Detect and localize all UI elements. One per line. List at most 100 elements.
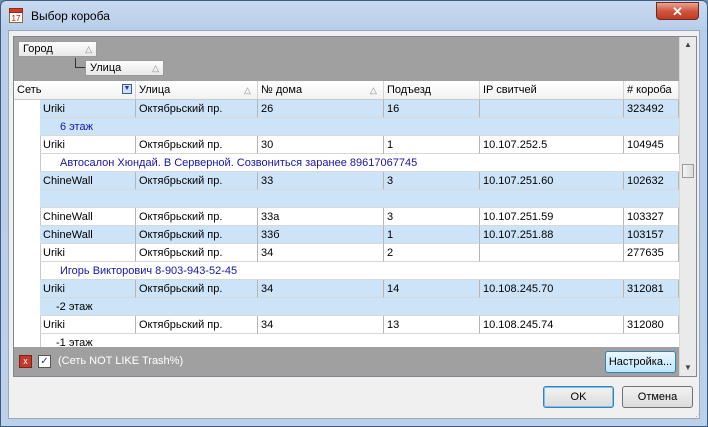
table-row[interactable]: Uriki Октябрьский пр. 34 14 10.108.245.70 312… [40, 280, 679, 298]
cell-entrance[interactable]: 16 [384, 100, 480, 118]
cell-switch-ip[interactable]: 10.107.251.59 [480, 208, 624, 226]
cell-entrance[interactable]: 2 [384, 244, 480, 262]
cancel-button[interactable]: Отмена [622, 386, 693, 408]
cell-entrance[interactable]: 14 [384, 280, 480, 298]
cell-house-number[interactable]: 34 [258, 244, 384, 262]
cell-house-number[interactable]: 30 [258, 136, 384, 154]
cell-street[interactable]: Октябрьский пр. [136, 172, 258, 190]
filter-expression[interactable]: (Сеть NOT LIKE Trash%) [58, 355, 183, 368]
table-row[interactable]: Uriki Октябрьский пр. 26 16 323492 [40, 100, 679, 118]
filter-bar: x ✓ (Сеть NOT LIKE Trash%) Настройка... [14, 347, 679, 376]
cell-box-number[interactable]: 312080 [624, 316, 679, 334]
scroll-up-icon[interactable]: ▲ [680, 37, 696, 53]
cell-street[interactable]: Октябрьский пр. [136, 208, 258, 226]
cell-box-number[interactable]: 103157 [624, 226, 679, 244]
cell-switch-ip[interactable]: 10.107.251.88 [480, 226, 624, 244]
cell-box-number[interactable]: 102632 [624, 172, 679, 190]
cell-street[interactable]: Октябрьский пр. [136, 280, 258, 298]
cell-network[interactable]: ChineWall [40, 208, 136, 226]
sort-asc-icon: △ [370, 85, 377, 95]
cell-house-number[interactable]: 34 [258, 316, 384, 334]
column-header-label: Улица [139, 84, 171, 96]
dialog-client-area: Город △ Улица △ Сеть ▼ Улица △ № дома △ … [8, 30, 701, 421]
cell-box-number[interactable]: 104945 [624, 136, 679, 154]
row-comment[interactable]: -2 этаж [40, 298, 679, 316]
cell-network[interactable]: Uriki [40, 100, 136, 118]
cell-box-number[interactable]: 103327 [624, 208, 679, 226]
row-comment[interactable]: Игорь Викторович 8-903-943-52-45 [40, 262, 679, 280]
cell-switch-ip[interactable] [480, 244, 624, 262]
dialog-window: 17 Выбор короба ✕ Город △ Улица △ Сеть ▼ [0, 0, 708, 427]
cell-street[interactable]: Октябрьский пр. [136, 316, 258, 334]
row-comment[interactable]: 6 этаж [40, 118, 679, 136]
cell-house-number[interactable]: 34 [258, 280, 384, 298]
table-row[interactable]: ChineWall Октябрьский пр. 33 3 10.107.251.60… [40, 172, 679, 190]
group-chip-street[interactable]: Улица △ [85, 60, 164, 76]
cell-network[interactable]: ChineWall [40, 172, 136, 190]
table-row[interactable]: Uriki Октябрьский пр. 34 2 277635 [40, 244, 679, 262]
column-header-label: Подъезд [387, 84, 431, 96]
table-row[interactable]: Uriki Октябрьский пр. 30 1 10.107.252.5 10494… [40, 136, 679, 154]
cell-network[interactable]: Uriki [40, 136, 136, 154]
cell-entrance[interactable]: 13 [384, 316, 480, 334]
sort-asc-icon: △ [152, 63, 159, 73]
cell-house-number[interactable]: 33б [258, 226, 384, 244]
column-header-label: № дома [261, 84, 303, 96]
cell-box-number[interactable]: 277635 [624, 244, 679, 262]
cell-house-number[interactable]: 33а [258, 208, 384, 226]
cell-house-number[interactable]: 33 [258, 172, 384, 190]
column-header-box-number[interactable]: # короба [624, 81, 679, 99]
cell-network[interactable]: ChineWall [40, 226, 136, 244]
cell-entrance[interactable]: 1 [384, 136, 480, 154]
filter-icon[interactable]: ▼ [122, 84, 132, 94]
grid-body: Uriki Октябрьский пр. 26 16 323492 6 этаж Urik… [14, 100, 679, 376]
group-chip-city[interactable]: Город △ [18, 41, 97, 57]
cell-house-number[interactable]: 26 [258, 100, 384, 118]
table-row[interactable]: ChineWall Октябрьский пр. 33а 3 10.107.251.5… [40, 208, 679, 226]
cell-switch-ip[interactable]: 10.108.245.74 [480, 316, 624, 334]
cell-switch-ip[interactable]: 10.107.252.5 [480, 136, 624, 154]
scrollbar-thumb[interactable] [682, 164, 694, 178]
clear-filter-icon[interactable]: x [19, 355, 32, 368]
column-header-row: Сеть ▼ Улица △ № дома △ Подъезд IP свитч… [14, 81, 679, 100]
cell-street[interactable]: Октябрьский пр. [136, 136, 258, 154]
table-row[interactable]: Uriki Октябрьский пр. 34 13 10.108.245.74 312… [40, 316, 679, 334]
sort-asc-icon: △ [244, 85, 251, 95]
table-row[interactable]: ChineWall Октябрьский пр. 33б 1 10.107.251.8… [40, 226, 679, 244]
cell-street[interactable]: Октябрьский пр. [136, 226, 258, 244]
column-header-network[interactable]: Сеть ▼ [14, 81, 136, 99]
column-header-label: # короба [627, 84, 672, 96]
cell-box-number[interactable]: 312081 [624, 280, 679, 298]
cell-entrance[interactable]: 1 [384, 226, 480, 244]
column-header-street[interactable]: Улица △ [136, 81, 258, 99]
vertical-scrollbar[interactable]: ▲ ▼ [679, 37, 696, 376]
cell-network[interactable]: Uriki [40, 280, 136, 298]
sort-asc-icon: △ [85, 44, 92, 54]
cell-network[interactable]: Uriki [40, 316, 136, 334]
cell-box-number[interactable]: 323492 [624, 100, 679, 118]
cell-switch-ip[interactable]: 10.108.245.70 [480, 280, 624, 298]
cell-entrance[interactable]: 3 [384, 172, 480, 190]
ok-button[interactable]: OK [543, 386, 614, 408]
close-button[interactable]: ✕ [656, 2, 699, 20]
filter-enabled-checkbox[interactable]: ✓ [38, 355, 51, 368]
column-header-label: IP свитчей [483, 84, 537, 96]
group-by-panel: Город △ Улица △ [14, 37, 679, 81]
cell-street[interactable]: Октябрьский пр. [136, 244, 258, 262]
group-chip-label: Город [23, 43, 53, 55]
column-header-entrance[interactable]: Подъезд [384, 81, 480, 99]
cell-network[interactable]: Uriki [40, 244, 136, 262]
column-header-house-number[interactable]: № дома △ [258, 81, 384, 99]
calendar-icon: 17 [9, 8, 23, 23]
row-comment[interactable]: Автосалон Хюндай. В Серверной. Созвонить… [40, 154, 679, 172]
title-bar: 17 Выбор короба ✕ [1, 1, 707, 31]
row-comment[interactable] [40, 190, 679, 208]
cell-street[interactable]: Октябрьский пр. [136, 100, 258, 118]
column-header-switch-ip[interactable]: IP свитчей [480, 81, 624, 99]
cell-switch-ip[interactable] [480, 100, 624, 118]
cell-switch-ip[interactable]: 10.107.251.60 [480, 172, 624, 190]
settings-button[interactable]: Настройка... [605, 351, 676, 373]
resize-grip-icon[interactable]: ⋰ [693, 413, 701, 421]
cell-entrance[interactable]: 3 [384, 208, 480, 226]
scroll-down-icon[interactable]: ▼ [680, 360, 696, 376]
